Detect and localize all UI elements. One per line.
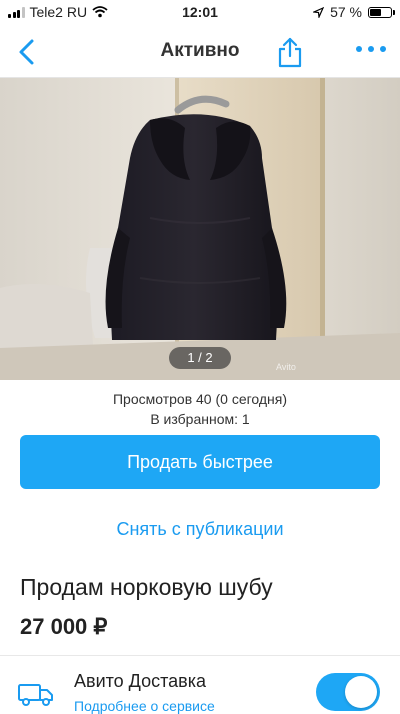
delivery-label: Авито Доставка <box>74 671 206 691</box>
truck-icon <box>18 684 53 706</box>
unpublish-link[interactable]: Снять с публикации <box>0 519 400 540</box>
delivery-toggle[interactable] <box>316 673 380 711</box>
battery-icon <box>368 6 395 18</box>
views-count: Просмотров 40 (0 сегодня) <box>112 391 288 407</box>
delivery-details-link[interactable]: Подробнее о сервисе <box>74 698 215 714</box>
listing-photo[interactable] <box>0 78 400 380</box>
status-bar: Tele2 RU 12:01 57 % <box>0 0 400 26</box>
share-icon[interactable] <box>276 36 304 68</box>
watermark: Avito <box>276 362 296 372</box>
toggle-knob <box>345 676 377 708</box>
more-icon[interactable] <box>356 46 386 52</box>
listing-price: 27 000 ₽ <box>20 614 108 639</box>
coat-photo <box>0 78 400 380</box>
nav-bar: Активно <box>0 26 400 78</box>
sell-faster-button[interactable]: Продать быстрее <box>20 435 380 489</box>
battery-percent: 57 % <box>330 4 362 20</box>
page-title: Активно <box>160 40 240 61</box>
divider <box>0 655 400 656</box>
favorites-count: В избранном: 1 <box>150 411 250 427</box>
photo-counter: 1 / 2 <box>169 347 231 369</box>
listing-stats: Просмотров 40 (0 сегодня) В избранном: 1 <box>0 389 400 429</box>
listing-title: Продам норковую шубу <box>20 574 273 600</box>
status-right: 57 % <box>313 4 395 20</box>
location-arrow-icon <box>313 6 325 18</box>
